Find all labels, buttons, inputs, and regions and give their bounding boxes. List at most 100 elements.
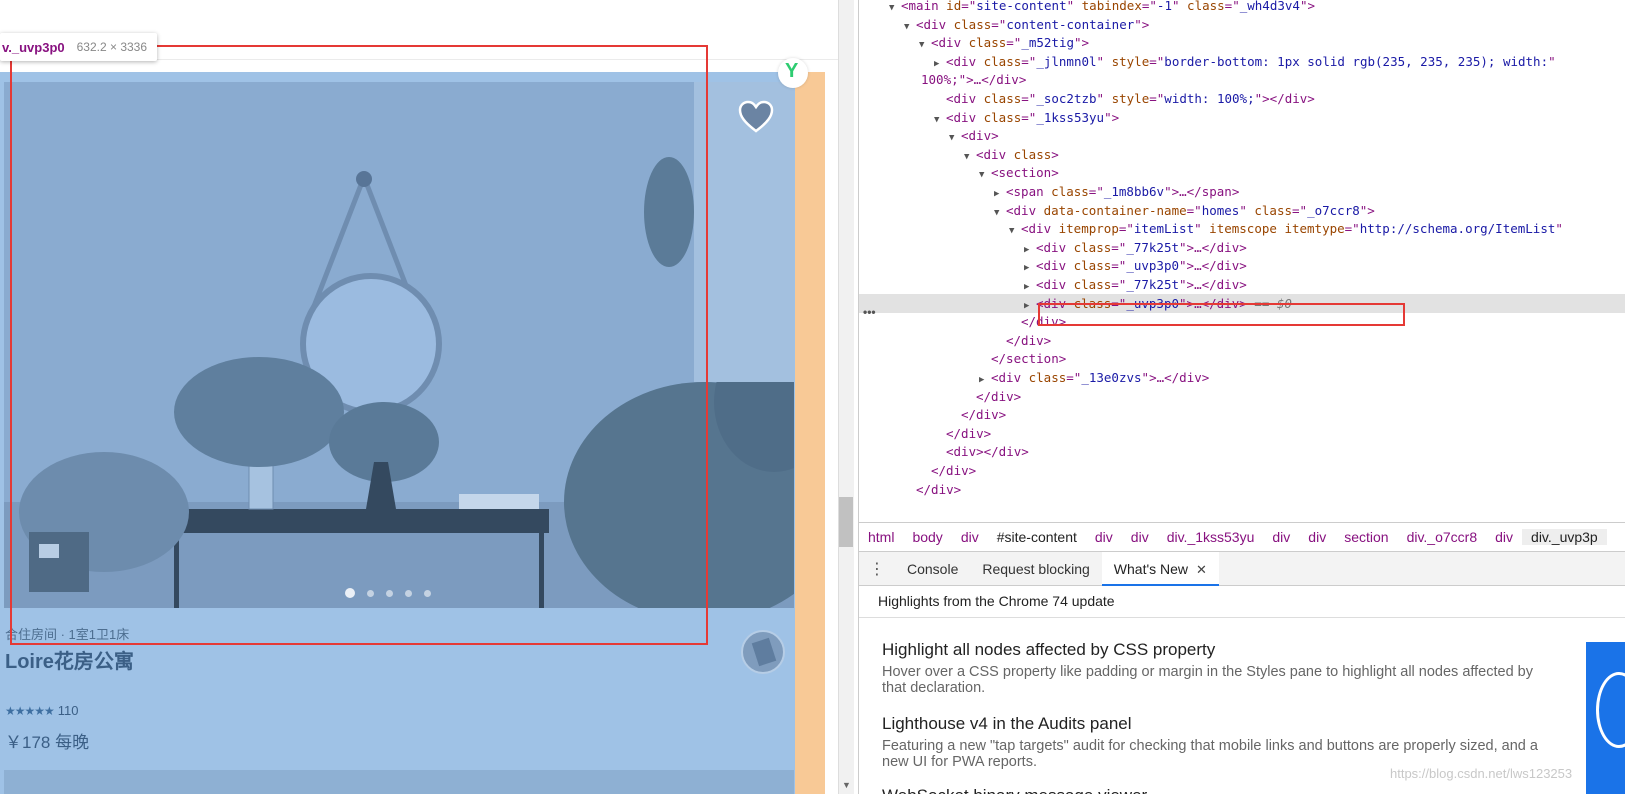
dom-node[interactable]: ▼ <div class> <box>859 145 1625 164</box>
dom-node[interactable]: </section> <box>859 349 1625 368</box>
dom-attr-name: data-container-name <box>1036 202 1187 218</box>
dom-attr-name: class <box>1066 258 1112 274</box>
dom-node[interactable]: </div> <box>859 424 1625 443</box>
tab-console[interactable]: Console <box>895 552 970 586</box>
dom-node[interactable]: ▼ <div> <box>859 126 1625 145</box>
next-listing-photo <box>4 770 794 794</box>
whats-new-item[interactable]: Lighthouse v4 in the Audits panel Featur… <box>882 714 1542 770</box>
dom-punct: =" <box>1118 221 1134 237</box>
dom-attr-value: _1kss53yu <box>1036 109 1105 125</box>
dom-tag: <div <box>931 35 962 51</box>
y-logo-icon[interactable]: Y <box>778 58 808 88</box>
dom-node[interactable]: ▶ <div class="_uvp3p0">…</div> <box>859 256 1625 275</box>
tab-request-blocking[interactable]: Request blocking <box>970 552 1101 586</box>
dom-attr-value: _o7ccr8 <box>1307 202 1360 218</box>
dom-punct: =" <box>1066 370 1082 385</box>
kebab-icon[interactable]: ⋮ <box>859 559 895 579</box>
tab-whats-new[interactable]: What's New ✕ <box>1101 551 1219 586</box>
dom-punct: " <box>1164 184 1172 199</box>
dom-tag: <div <box>976 146 1007 162</box>
dom-attr-name: class <box>976 91 1022 106</box>
dom-attr-name: tabindex <box>1074 0 1142 13</box>
dom-tag: > <box>1051 146 1059 162</box>
dom-node[interactable]: ▶ <div class="_jlnmn0l" style="border-bot… <box>859 52 1625 71</box>
dom-punct: " <box>1179 239 1187 255</box>
dom-attr-name: class <box>1246 202 1293 218</box>
heart-icon[interactable] <box>738 100 774 134</box>
whats-new-item[interactable]: Highlight all nodes affected by CSS prop… <box>882 640 1542 696</box>
dom-node[interactable]: </div> <box>859 387 1625 406</box>
dom-punct: " <box>1548 53 1556 69</box>
breadcrumb-item[interactable]: div._uvp3p <box>1522 529 1607 545</box>
dom-punct: " <box>1239 202 1247 218</box>
breadcrumb-item[interactable]: div <box>1299 529 1335 545</box>
listing-title[interactable]: Loire花房公寓 <box>5 645 134 674</box>
dom-node-highlight-box <box>1038 303 1405 326</box>
dom-node[interactable]: ▼ <div class="content-container"> <box>859 15 1625 34</box>
breadcrumb-item[interactable]: div <box>1263 529 1299 545</box>
breadcrumb-item[interactable]: div <box>1486 529 1522 545</box>
dom-attr-value: _77k25t <box>1126 277 1180 292</box>
close-icon[interactable]: ✕ <box>1196 562 1207 577</box>
breadcrumb-item[interactable]: div <box>1086 529 1122 545</box>
dom-punct: " <box>1254 91 1263 106</box>
dom-punct: =" <box>1224 0 1240 13</box>
dom-node[interactable]: ▶ <span class="_1m8bb6v">…</span> <box>859 182 1625 201</box>
dom-node[interactable]: ▶ <div class="_77k25t">…</div> <box>859 275 1625 294</box>
dom-attr-name: class <box>1021 370 1067 385</box>
dom-node[interactable]: ▶ <div class="_13e0zvs">…</div> <box>859 368 1625 387</box>
dom-tag: > <box>1367 202 1375 218</box>
breadcrumb-item[interactable]: body <box>903 529 951 545</box>
dom-node[interactable]: ▼ <div data-container-name="homes" class=… <box>859 201 1625 220</box>
dom-punct: =" <box>1021 91 1037 106</box>
dom-node[interactable]: <div class="_soc2tzb" style="width: 100%… <box>859 89 1625 108</box>
dom-punct: " <box>1066 0 1075 13</box>
whats-new-item-title[interactable]: WebSocket binary message viewer <box>882 786 1147 794</box>
breadcrumb-item[interactable]: div <box>1122 529 1158 545</box>
dom-attr-value: itemList <box>1133 221 1195 237</box>
dom-node[interactable]: 100%;">…</div> <box>859 70 1625 89</box>
devtools-panel: ▼ <main id="site-content" tabindex="-1" c… <box>858 0 1625 794</box>
dom-tag: <div <box>991 370 1022 385</box>
ellipsis-icon[interactable]: ••• <box>863 305 876 319</box>
dom-attr-name: class <box>1066 277 1112 292</box>
dom-text: </div> <box>1006 332 1052 348</box>
review-count: 110 <box>57 703 79 718</box>
dom-node[interactable]: ▼ <section> <box>859 163 1625 182</box>
dom-node[interactable]: </div> <box>859 461 1625 480</box>
whats-new-item-title[interactable]: Lighthouse v4 in the Audits panel <box>882 714 1542 734</box>
element-padding-overlay <box>795 72 825 794</box>
dom-node[interactable]: ▼ <div class="_m52tig"> <box>859 33 1625 52</box>
dom-tag: > <box>1307 0 1316 13</box>
elements-tree[interactable]: ▼ <main id="site-content" tabindex="-1" c… <box>859 0 1625 522</box>
dom-attr-name: style <box>1104 91 1150 106</box>
dom-tag: >…</span> <box>1171 184 1240 199</box>
dom-punct: =" <box>1111 239 1127 255</box>
breadcrumb-item[interactable]: section <box>1335 529 1397 545</box>
breadcrumb-item[interactable]: div <box>952 529 988 545</box>
dom-attr-value: _13e0zvs <box>1081 370 1142 385</box>
watermark: https://blog.csdn.net/lws123253 <box>1390 766 1573 781</box>
dom-node[interactable]: ▼ <div class="_1kss53yu"> <box>859 108 1625 127</box>
dom-node[interactable]: ▶ <div class="_77k25t">…</div> <box>859 238 1625 257</box>
dom-node[interactable]: </div> <box>859 331 1625 350</box>
dom-breadcrumb[interactable]: html body div #site-content div div div._1kss5… <box>859 522 1625 552</box>
whats-new-item-title[interactable]: Highlight all nodes affected by CSS prop… <box>882 640 1542 660</box>
breadcrumb-item[interactable]: html <box>859 529 903 545</box>
dom-tag: <div <box>916 16 947 32</box>
breadcrumb-item[interactable]: div._o7ccr8 <box>1398 529 1487 545</box>
dom-node[interactable]: </div> <box>859 405 1625 424</box>
dom-node[interactable]: ▼ <div itemprop="itemList" itemscope item… <box>859 219 1625 238</box>
page-scrollbar-thumb[interactable] <box>839 497 853 547</box>
dom-punct: =" <box>1149 53 1165 69</box>
dom-punct: =" <box>1111 277 1127 292</box>
dom-node[interactable]: </div> <box>859 480 1625 499</box>
dom-punct: " <box>1171 0 1180 13</box>
page-scrollbar[interactable] <box>838 0 854 794</box>
host-avatar[interactable] <box>741 630 785 674</box>
scroll-down-arrow-icon[interactable]: ▼ <box>842 780 851 790</box>
dom-node[interactable]: <div></div> <box>859 442 1625 461</box>
breadcrumb-item[interactable]: #site-content <box>988 529 1086 545</box>
breadcrumb-item[interactable]: div._1kss53yu <box>1158 529 1264 545</box>
dom-node[interactable]: ▼ <main id="site-content" tabindex="-1" c… <box>859 0 1625 15</box>
